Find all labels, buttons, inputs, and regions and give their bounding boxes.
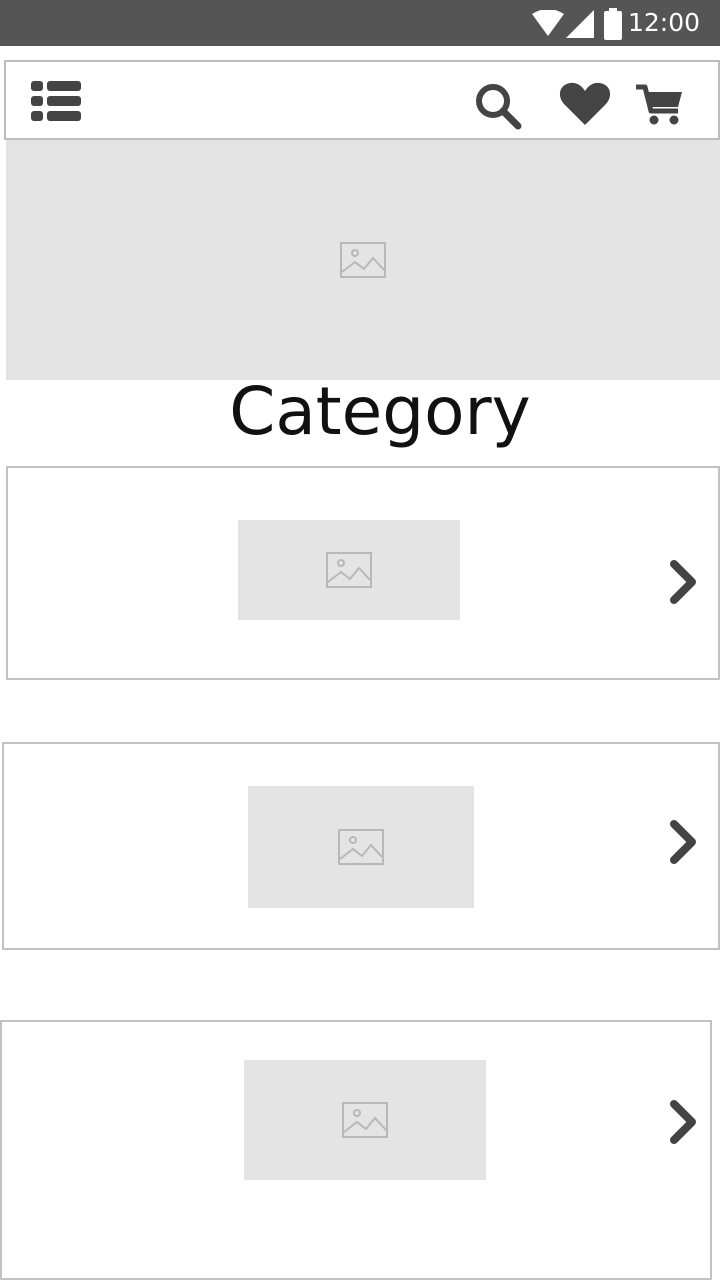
category-image: [244, 1060, 486, 1180]
category-image: [248, 786, 474, 908]
status-time: 12:00: [627, 8, 700, 37]
image-placeholder-icon: [340, 242, 386, 278]
battery-icon: [604, 8, 622, 40]
cart-button[interactable]: [632, 80, 688, 130]
image-placeholder-icon: [338, 829, 384, 865]
category-card[interactable]: [0, 1020, 712, 1280]
page-title: Category: [229, 373, 531, 450]
category-image: [238, 520, 460, 620]
image-placeholder-icon: [342, 1102, 388, 1138]
list-menu-icon: [31, 81, 81, 121]
menu-button[interactable]: [30, 78, 82, 124]
hero-banner-image: [6, 140, 720, 380]
category-card[interactable]: [2, 742, 720, 950]
chevron-right-icon[interactable]: [668, 820, 698, 864]
top-app-bar: [4, 60, 720, 140]
wifi-icon: [532, 10, 564, 36]
chevron-right-icon[interactable]: [668, 560, 698, 604]
heart-icon: [559, 82, 611, 125]
image-placeholder-icon: [326, 552, 372, 588]
category-card[interactable]: [6, 466, 720, 680]
search-icon: [476, 84, 522, 130]
search-button[interactable]: [470, 78, 526, 134]
status-bar: 12:00: [0, 0, 720, 46]
wishlist-button[interactable]: [556, 78, 614, 130]
signal-icon: [566, 10, 594, 38]
chevron-right-icon[interactable]: [668, 1100, 698, 1144]
cart-icon: [636, 84, 682, 125]
